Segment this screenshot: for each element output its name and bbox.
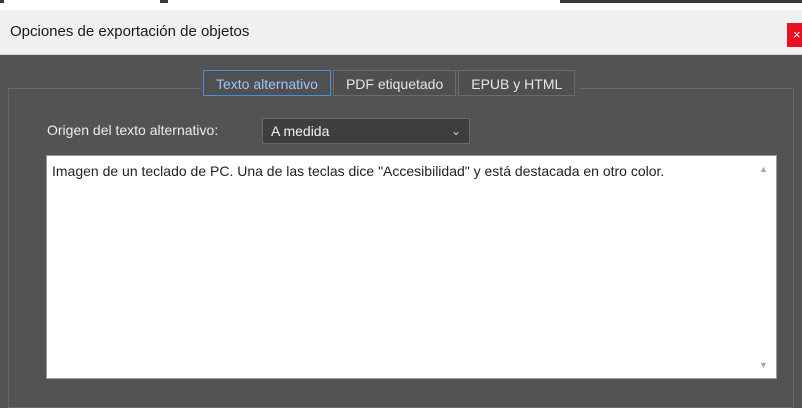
tab-epub-html[interactable]: EPUB y HTML xyxy=(458,70,576,96)
chevron-down-icon: ⌄ xyxy=(450,124,461,138)
alt-text-source-value: A medida xyxy=(271,123,330,139)
tab-texto-alternativo[interactable]: Texto alternativo xyxy=(203,70,331,96)
window-title: Opciones de exportación de objetos xyxy=(10,23,250,40)
scroll-up-arrow-icon[interactable]: ▲ xyxy=(759,164,771,176)
close-icon: × xyxy=(793,27,801,42)
top-edge-strip xyxy=(0,0,802,10)
alt-text-content: Imagen de un teclado de PC. Una de las t… xyxy=(52,163,665,179)
tab-pdf-etiquetado[interactable]: PDF etiquetado xyxy=(332,70,457,96)
tab-bar: Texto alternativo PDF etiquetado EPUB y … xyxy=(201,70,580,98)
top-edge-segment xyxy=(0,0,4,3)
close-button[interactable]: × xyxy=(787,23,802,47)
top-edge-segment xyxy=(560,0,802,3)
alt-text-source-select[interactable]: A medida ⌄ xyxy=(262,118,470,144)
scroll-down-arrow-icon[interactable]: ▼ xyxy=(759,360,771,372)
title-bar: Opciones de exportación de objetos × xyxy=(0,10,802,55)
alt-text-textarea[interactable]: Imagen de un teclado de PC. Una de las t… xyxy=(46,155,777,379)
top-edge-segment xyxy=(160,0,168,3)
alt-text-source-label: Origen del texto alternativo: xyxy=(47,122,219,138)
